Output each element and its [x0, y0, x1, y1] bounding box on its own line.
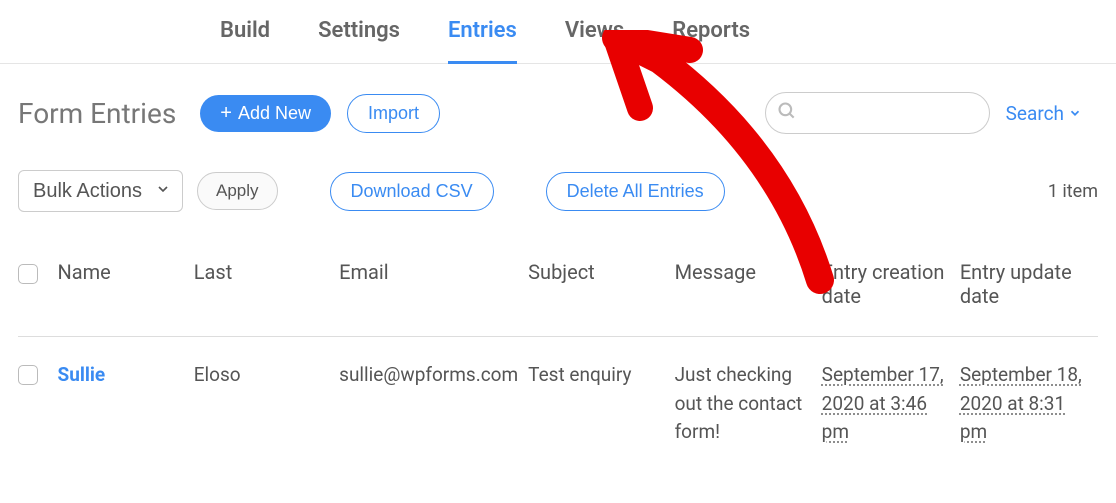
item-count: 1 item [1048, 181, 1098, 202]
search-icon [777, 101, 797, 125]
plus-icon: + [220, 103, 232, 123]
tab-build[interactable]: Build [220, 18, 270, 63]
col-header-last[interactable]: Last [194, 232, 339, 337]
tab-entries[interactable]: Entries [448, 18, 517, 64]
row-checkbox[interactable] [18, 365, 38, 385]
delete-all-button[interactable]: Delete All Entries [546, 172, 725, 211]
col-header-updated[interactable]: Entry update date [960, 232, 1098, 337]
tab-reports[interactable]: Reports [672, 18, 750, 63]
add-new-label: Add New [238, 103, 311, 124]
col-header-subject[interactable]: Subject [528, 232, 674, 337]
cell-email: sullie@wpforms.com [339, 337, 528, 471]
col-header-message[interactable]: Message [675, 232, 822, 337]
table-row: Sullie Eloso sullie@wpforms.com Test enq… [18, 337, 1098, 471]
apply-button[interactable]: Apply [197, 172, 278, 210]
cell-name[interactable]: Sullie [58, 337, 194, 471]
col-header-email[interactable]: Email [339, 232, 528, 337]
chevron-down-icon [1068, 102, 1082, 125]
add-new-button[interactable]: + Add New [200, 95, 331, 132]
select-all-checkbox[interactable] [18, 264, 38, 284]
bulk-actions-select[interactable]: Bulk Actions [18, 170, 183, 212]
download-csv-button[interactable]: Download CSV [330, 172, 494, 211]
cell-subject: Test enquiry [528, 337, 674, 471]
cell-created: September 17, 2020 at 3:46 pm [822, 337, 960, 471]
tab-settings[interactable]: Settings [318, 18, 400, 63]
search-input[interactable] [765, 92, 990, 134]
cell-message: Just checking out the contact form! [675, 337, 822, 471]
col-header-name[interactable]: Name [58, 232, 194, 337]
col-header-created[interactable]: Entry creation date [822, 232, 960, 337]
cell-updated: September 18, 2020 at 8:31 pm [960, 337, 1098, 471]
page-title: Form Entries [18, 97, 176, 130]
search-dropdown-label: Search [1006, 102, 1064, 125]
cell-last: Eloso [194, 337, 339, 471]
search-dropdown[interactable]: Search [990, 102, 1098, 125]
import-button[interactable]: Import [347, 94, 440, 133]
tab-views[interactable]: Views [565, 18, 624, 63]
